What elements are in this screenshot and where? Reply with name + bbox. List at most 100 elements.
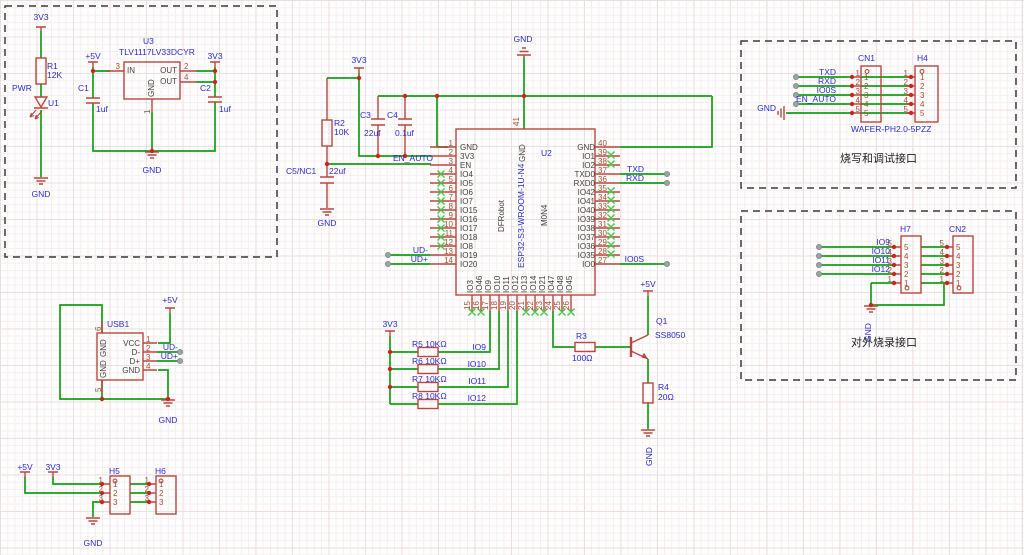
q1-ref: Q1	[656, 317, 667, 326]
cn2-pin-name: 5	[956, 243, 960, 252]
h6-ref: H6	[155, 467, 166, 476]
cn2-pin-name: 2	[956, 270, 960, 279]
c4-value: 0.1uf	[395, 129, 414, 138]
esp32-bottom-pin-num[interactable]: 26	[562, 301, 571, 310]
esp32-bottom-pin-name: IO3	[466, 280, 475, 293]
cn1-part: WAFER-PH2.0-5PZZ	[851, 125, 931, 134]
net-label-5v-reg: +5V	[82, 52, 104, 61]
h4-pin-num[interactable]: 2	[900, 78, 908, 87]
gnd-label-debug: GND	[746, 104, 776, 113]
r1-value: 12K	[47, 71, 62, 80]
esp32-bottom-pin-num[interactable]: 25	[553, 301, 562, 310]
cn1-pin-num[interactable]: 4	[838, 96, 860, 105]
h4-pin-num[interactable]: 5	[900, 105, 908, 114]
esp32-brand: DFRobot	[497, 200, 506, 232]
h4-pin-num[interactable]: 3	[900, 87, 908, 96]
cap-c3-c4	[371, 96, 412, 156]
esp32-bottom-pin-num[interactable]: 19	[499, 301, 508, 310]
cn1-pin-num[interactable]: 5	[838, 105, 860, 114]
h5-pin-name: 2	[113, 489, 117, 498]
h7-ref: H7	[900, 225, 911, 234]
pullup-resistor-label[interactable]: R6 10KΩ	[412, 357, 447, 366]
esp32-bottom-pin-num[interactable]: 18	[490, 301, 499, 310]
cn1-pin-name: 4	[864, 100, 868, 109]
cn1-pin-num[interactable]: 2	[838, 78, 860, 87]
q1-emitter-arrow	[642, 353, 649, 359]
pullup-resistor-label[interactable]: R7 10KΩ	[412, 375, 447, 384]
h4-ref: H4	[917, 54, 928, 63]
c2-value: 1uf	[219, 105, 231, 114]
h7-pin-name: 5	[904, 243, 908, 252]
pullup-resistor-label[interactable]: R8 10KΩ	[412, 392, 447, 401]
esp32-bottom-pin-num[interactable]: 17	[481, 301, 490, 310]
h7-pin-num[interactable]: 3	[884, 257, 892, 266]
u3-in-name: IN	[127, 66, 135, 75]
cap-c1-c2	[86, 97, 222, 103]
esp32-bottom-pin-num[interactable]: 16	[472, 301, 481, 310]
esp32-bottom-pin-num[interactable]: 15	[463, 301, 472, 310]
h4-pin-num[interactable]: 1	[900, 69, 908, 78]
cn2-pin-num[interactable]: 2	[936, 266, 944, 275]
schematic-canvas[interactable]: 3V3 R1 12K PWR U1 GND U3 TLV1117LV33DCYR…	[0, 0, 1024, 555]
esp32-bottom-pin-num[interactable]: 20	[508, 301, 517, 310]
u3-pin3-num: 3	[107, 62, 120, 71]
h7-pin-num[interactable]: 2	[884, 266, 892, 275]
pullup-net-label: IO11	[458, 377, 486, 386]
cn2-pin-num[interactable]: 3	[936, 257, 944, 266]
gnd-label-led: GND	[29, 190, 53, 199]
c3-value: 22uf	[364, 129, 381, 138]
h6-pin-num[interactable]: 3	[141, 494, 149, 503]
h5-pin-num[interactable]: 1	[95, 476, 103, 485]
esp32-bottom-pin-name: IO9	[484, 280, 493, 293]
esp32-bottom-pin-name: IO46	[475, 276, 484, 293]
cn1-ref: CN1	[858, 54, 875, 63]
pullup-resistor-label[interactable]: R5 10KΩ	[412, 340, 447, 349]
prog-section-title: 对外烧录接口	[851, 337, 917, 349]
h7-pin-num[interactable]: 1	[884, 275, 892, 284]
cn2-pin-num[interactable]: 1	[936, 275, 944, 284]
gnd-led	[34, 178, 48, 184]
h6-pin-num[interactable]: 2	[141, 485, 149, 494]
cn2-pin-num[interactable]: 4	[936, 248, 944, 257]
h6-pin-num[interactable]: 1	[141, 476, 149, 485]
resistor-r1	[36, 58, 46, 84]
esp32-bottom-pin-num[interactable]: 23	[535, 301, 544, 310]
led-u1	[34, 97, 48, 108]
pullup-net-label: IO9	[458, 343, 486, 352]
gnd-label-q1: GND	[645, 447, 654, 466]
cn1-pin-num[interactable]: 3	[838, 87, 860, 96]
gnd-driver	[641, 430, 655, 436]
h7-pin-name: 1	[904, 279, 908, 288]
gnd-h5	[86, 518, 100, 524]
net-label-gnd-top: GND	[508, 35, 538, 44]
cn2-pin-name: 1	[956, 279, 960, 288]
gnd-label-c5: GND	[316, 219, 338, 228]
resistor-r2	[322, 120, 332, 146]
cn1-pin-name: 1	[864, 73, 868, 82]
u1-ref: U1	[48, 99, 59, 108]
pullup-net-label: IO10	[458, 360, 486, 369]
cn1-pin-num[interactable]: 1	[838, 69, 860, 78]
esp32-bottom-pin-num[interactable]: 22	[526, 301, 535, 310]
gnd-debug-sideways	[778, 106, 784, 120]
cn1-pin-name: 5	[864, 109, 868, 118]
r4-ref: R4	[658, 383, 669, 392]
h4-pin-name: 1	[920, 73, 924, 82]
h5-pin-num[interactable]: 3	[95, 494, 103, 503]
esp32-bottom-pin-num[interactable]: 21	[517, 301, 526, 310]
pwr-label: PWR	[12, 84, 32, 93]
c1-ref: C1	[78, 84, 89, 93]
cn2-pin-num[interactable]: 5	[936, 239, 944, 248]
esp32-bottom-pin-name: IO21	[538, 276, 547, 293]
h7-pin-num[interactable]: 4	[884, 248, 892, 257]
h4-pin-num[interactable]: 4	[900, 96, 908, 105]
esp32-bottom-pin-num[interactable]: 24	[544, 301, 553, 310]
net-label-udp-usb: UD+	[154, 352, 178, 361]
u3-ref: U3	[143, 37, 154, 46]
r4-value: 20Ω	[658, 393, 674, 402]
debug-section-title: 烧写和调试接口	[840, 153, 917, 165]
h5-pin-num[interactable]: 2	[95, 485, 103, 494]
u3-pin2-num: 2	[184, 62, 188, 71]
h7-pin-num[interactable]: 5	[884, 239, 892, 248]
usb-pin5-num: 5	[94, 388, 103, 392]
